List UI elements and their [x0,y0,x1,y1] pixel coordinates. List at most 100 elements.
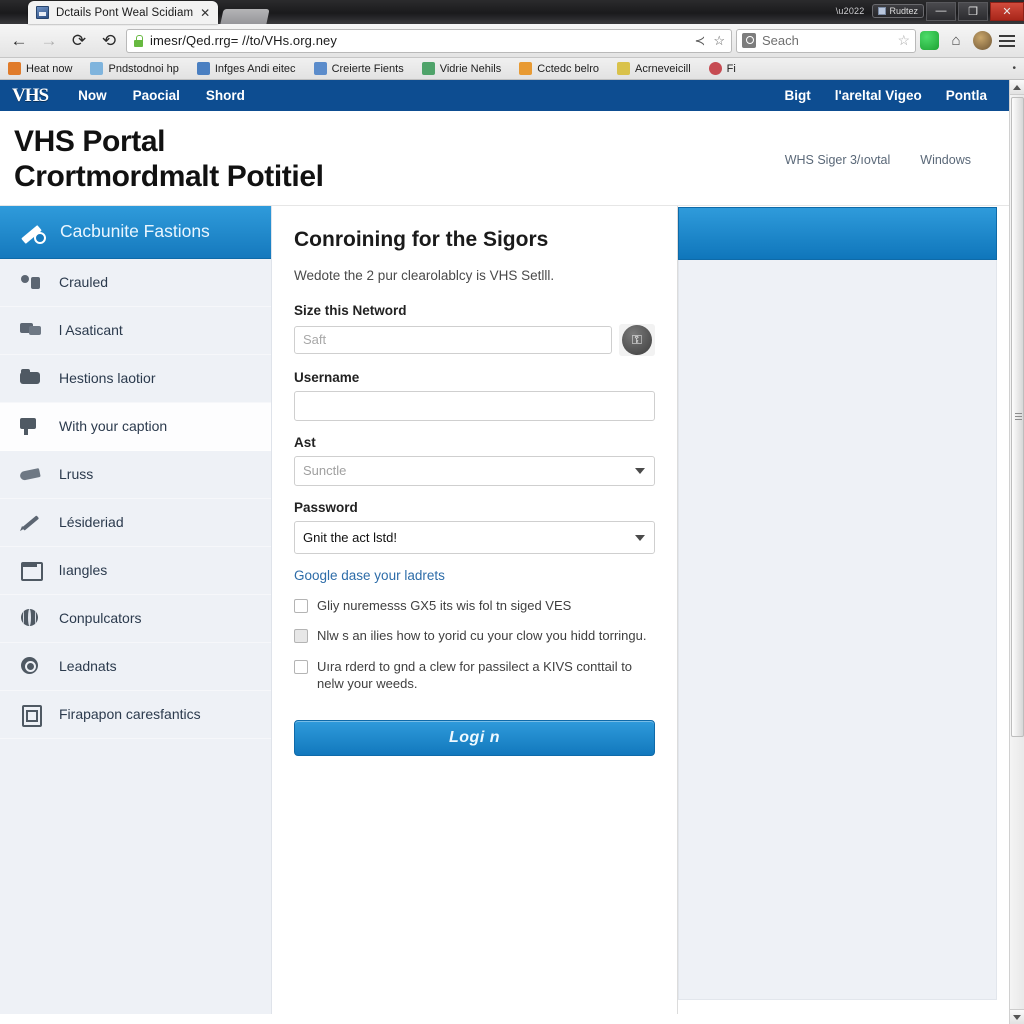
bookmark-favicon [196,62,210,75]
sidebar-item-lruss[interactable]: Lruss [0,451,271,499]
ast-select[interactable]: Sunctle [294,455,655,486]
login-form-card: Conroining for the Sigors Wedote the 2 p… [272,205,678,1014]
pencil-icon [20,220,46,244]
bookmark-item[interactable]: Acrneveicill [617,62,691,75]
close-icon[interactable]: ✕ [200,7,210,19]
stop-icon[interactable]: ⟲ [96,28,122,54]
topnav-item-shord[interactable]: Shord [206,88,245,103]
site-logo[interactable]: VHS [12,85,52,107]
sidebar-item-crauled[interactable]: Crauled [0,259,271,307]
checkbox-input[interactable] [294,598,308,613]
shield-icon[interactable] [920,31,939,50]
sidebar-item-label: Firapapon caresfantics [59,706,201,723]
forward-icon[interactable]: → [36,28,62,54]
topnav-item-pontla[interactable]: Pontla [946,88,987,103]
checkbox-input[interactable] [294,659,308,674]
sidebar-item-firapapon[interactable]: Firapapon caresfantics [0,691,271,739]
topnav-item-vigeo[interactable]: l'areltal Vigeo [835,88,922,103]
bookmark-item[interactable]: Creierte Fients [313,62,404,75]
header-links: WHS Siger 3/ıovtal Windows [785,153,971,167]
checkbox-input[interactable] [294,629,308,644]
search-icon [742,33,756,48]
checkbox-label: Nlw s an ilies how to yorid cu your clow… [317,628,647,644]
back-icon[interactable]: ← [6,28,32,54]
new-tab-button[interactable] [220,9,270,24]
sidebar-item-langles[interactable]: lıangles [0,547,271,595]
key-icon[interactable]: ⚿ [622,324,652,355]
bookmark-star-icon[interactable]: ☆ [713,33,725,49]
sidebar-item-conpulcators[interactable]: Conpulcators [0,595,271,643]
folder-icon [20,368,42,388]
help-link[interactable]: Google dase your ladrets [294,568,655,583]
sidebar-item-with-your-caption[interactable]: With your caption [0,402,271,451]
search-box[interactable]: Seach ☆ [736,28,916,53]
profile-icon[interactable] [973,31,992,50]
bookmark-label: Pndstodnoi hp [108,62,179,75]
topnav-item-bigt[interactable]: Bigt [784,88,810,103]
password-select[interactable]: Gnit the act lstd! [294,520,655,554]
page-viewport: VHS Now Paocial Shord Bigt l'areltal Vig… [0,80,1024,1024]
scrollbar-grip-icon [1014,413,1022,414]
bookmark-label: Vidrie Nehils [439,62,502,75]
sidebar-item-lesideriad[interactable]: Lésideriad [0,499,271,547]
home-icon[interactable]: ⌂ [943,28,969,54]
search-input[interactable]: Seach [762,33,891,48]
checkbox-row: Nlw s an ilies how to yorid cu your clow… [294,627,655,645]
bookmark-label: Fi [726,62,736,75]
network-field-label: Size this Netword [294,302,407,318]
window-icon [20,560,43,582]
tab-title: Dctails Pont Weal Scidiam [56,6,194,19]
sidebar-item-asaticant[interactable]: l Asaticant [0,307,271,355]
chevron-down-icon [635,467,645,474]
bookmark-item[interactable]: Infges Andi eitec [196,62,296,75]
reload-icon[interactable]: ⟳ [66,28,92,54]
browser-tab[interactable]: Dctails Pont Weal Scidiam ✕ [28,1,219,24]
sidebar-item-hestions-laotior[interactable]: Hestions laotior [0,355,271,403]
ast-field-row[interactable]: Sunctle [294,455,655,486]
right-panel [678,205,1009,1014]
hand-icon [20,464,42,484]
browser-navbar: ← → ⟳ ⟲ imesr/Qed.rrg= //to/VHs.org.ney … [0,24,1024,58]
topnav-item-now[interactable]: Now [78,88,107,103]
password-field-row[interactable]: Gnit the act lstd! [294,520,655,554]
username-field-row [294,390,655,421]
sidebar-item-label: Crauled [59,274,109,291]
lock-icon [133,34,144,47]
bookmark-label: Heat now [26,62,73,75]
bookmark-favicon [313,62,327,75]
bookmark-favicon [421,62,435,75]
scrollbar-thumb[interactable] [1010,97,1024,737]
menu-icon[interactable] [996,34,1018,47]
right-panel-header [678,206,997,260]
address-bar[interactable]: imesr/Qed.rrg= //to/VHs.org.ney ≺ ☆ [126,28,732,53]
checkbox-row: Uıra rderd to gnd a clew for passilect a… [294,658,655,693]
pen-icon [20,512,42,532]
username-input[interactable] [294,390,655,421]
scroll-up-button[interactable] [1009,80,1024,95]
header-link-windows[interactable]: Windows [920,153,971,167]
close-window-button[interactable]: ✕ [990,1,1024,21]
search-star-icon[interactable]: ☆ [897,32,910,49]
header-link-signer[interactable]: WHS Siger 3/ıovtal [785,153,891,167]
window-status-pill[interactable]: Rudtez [872,4,924,18]
bookmark-item[interactable]: Heat now [8,62,72,75]
sidebar: Cacbunite Fastions Crauled l Asaticant H… [0,205,272,1014]
sidebar-item-leadnats[interactable]: Leadnats [0,643,271,691]
minimize-button[interactable]: — [926,1,956,21]
login-button[interactable]: Logi n [294,719,655,756]
share-icon[interactable]: ≺ [694,33,705,49]
bookmark-label: Infges Andi eitec [214,62,296,75]
bookmark-item[interactable]: Cctedc belro [519,62,599,75]
bookmark-label: Acrneveicill [635,62,691,75]
scroll-down-button[interactable] [1009,1009,1024,1024]
network-input[interactable] [294,325,612,354]
bookmarks-overflow-icon[interactable]: • [1012,63,1016,74]
topnav-item-paocial[interactable]: Paocial [133,88,180,103]
topnav-right-group: Bigt l'areltal Vigeo Pontla [784,88,997,103]
bookmark-item[interactable]: Vidrie Nehils [421,62,502,75]
maximize-button[interactable]: ❐ [958,1,988,21]
checkbox-label: Uıra rderd to gnd a clew for passilect a… [317,658,633,692]
bookmark-item[interactable]: Pndstodnoi hp [90,62,179,75]
bookmark-item[interactable]: Fi [708,62,736,75]
page-scrollbar[interactable] [1009,80,1024,1024]
